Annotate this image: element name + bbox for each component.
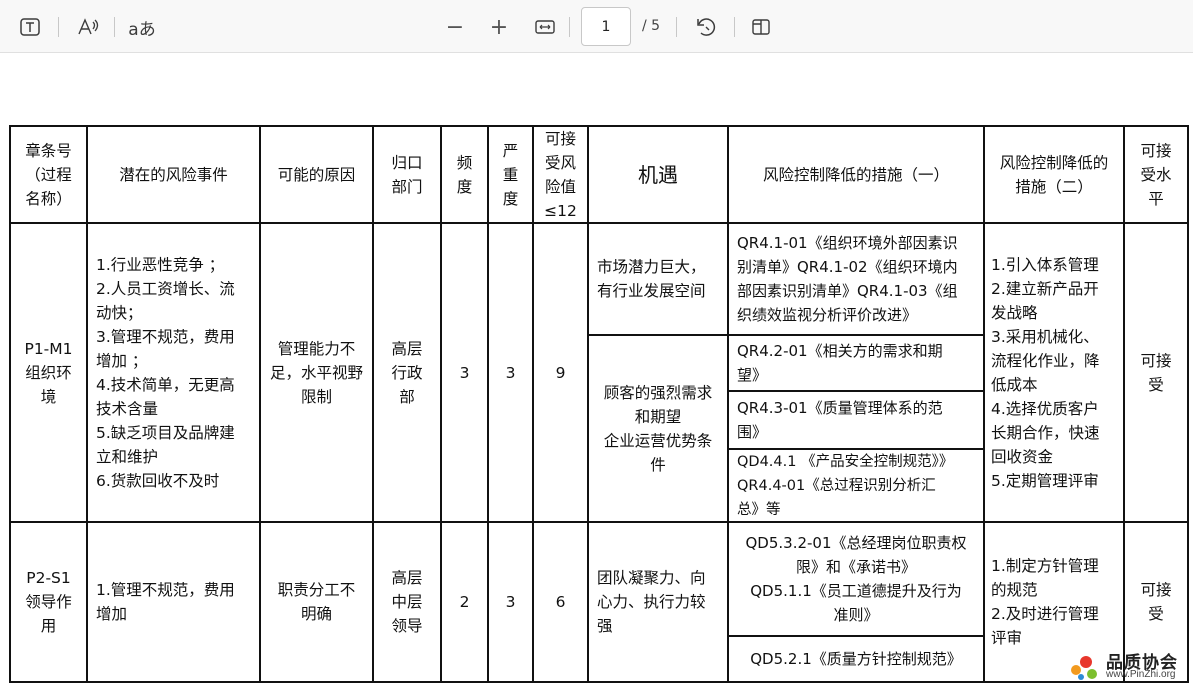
row2-frequency: 2 [459,593,470,611]
risk-table: 章条号 （过程 名称） 潜在的风险事件 可能的原因 归口 部门 频 度 严 重 … [9,125,1189,683]
row1-measures-2: 1.引入体系管理 2.建立新产品开 发战略 3.采用机械化、 流程化作业，降 低… [991,255,1100,490]
watermark-url: www.PinZhi.org [1106,669,1176,680]
row1-frequency: 3 [459,363,470,382]
header-acceptable-level: 可接 受水 平 [1140,141,1172,208]
document-page: 章条号 （过程 名称） 潜在的风险事件 可能的原因 归口 部门 频 度 严 重 … [0,53,1193,687]
row2-risk-event: 1.管理不规范，费用 增加 [96,581,235,623]
table-line [9,681,1189,683]
header-severity: 严 重 度 [502,141,519,208]
page-view-button[interactable] [745,10,777,44]
header-department: 归口 部门 [391,153,423,196]
toolbar-divider [734,17,735,37]
row1-acceptable: 可接 受 [1140,351,1172,394]
row1-measure-d: QD4.4.1 《产品安全控制规范》》 QR4.4-01《总过程识别分析汇 总》… [737,453,954,518]
pinzhi-logo-icon [1071,656,1097,680]
row1-cause: 管理能力不 足，水平视野 限制 [269,339,363,406]
row1-severity: 3 [505,363,516,382]
header-risk-event: 潜在的风险事件 [119,165,228,184]
page-number-input[interactable]: 1 [581,7,631,46]
header-frequency: 频 度 [456,153,473,196]
text-options-button[interactable]: aあ [126,10,158,44]
row2-cause: 职责分工不 明确 [277,581,356,623]
header-acceptable-value: 可接 受风 险值 ≤12 [544,129,577,220]
row2-severity: 3 [505,593,516,611]
zoom-in-button[interactable]: + [484,10,514,44]
fit-width-icon [535,20,555,34]
toolbar-divider [58,17,59,37]
row2-measure-b: QD5.2.1《质量方针控制规范》 [750,650,962,668]
rotate-icon [697,18,716,36]
text-box-icon [20,18,40,36]
row1-measure-c: QR4.3-01《质量管理体系的范 围》 [737,399,943,441]
read-aloud-button[interactable] [72,10,104,44]
row1-department: 高层 行政 部 [391,339,423,406]
rotate-button[interactable] [690,10,722,44]
pdf-toolbar: aあ − + 1 / 5 [0,0,1193,53]
header-measures-1: 风险控制降低的措施（一） [762,165,949,184]
row1-opportunity-a: 市场潜力巨大， 有行业发展空间 [597,258,706,300]
row1-risk-value: 9 [555,363,566,382]
row2-opportunity: 团队凝聚力、向 心力、执行力较 强 [597,569,706,635]
read-aloud-icon [78,18,99,35]
row1-measure-a: QR4.1-01《组织环境外部因素识 别清单》QR4.1-02《组织环境内 部因… [737,234,958,324]
row2-department: 高层 中层 领导 [391,569,423,635]
pinzhi-watermark: 品质协会 www.PinZhi.org [1068,650,1192,684]
text-tool-button[interactable] [14,10,46,44]
header-opportunity: 机遇 [638,162,678,187]
row1-risk-event: 1.行业恶性竞争 ； 2.人员工资增长、流 动快； 3.管理不规范，费用 增加 … [96,255,235,490]
row2-chapter: P2-S1 领导作 用 [25,569,72,635]
page-total: / 5 [642,18,661,34]
page-view-icon [752,19,770,35]
toolbar-divider [569,17,570,37]
header-measures-2: 风险控制降低的 措施（二） [999,153,1109,196]
row1-measure-b: QR4.2-01《相关方的需求和期 望》 [737,342,943,384]
toolbar-divider [676,17,677,37]
table-line [1187,125,1189,683]
header-chapter: 章条号 （过程 名称） [25,141,72,208]
header-cause: 可能的原因 [277,165,356,184]
fit-width-button[interactable] [530,10,560,44]
toolbar-divider [114,17,115,37]
row1-chapter: P1-M1 组织环 境 [24,339,73,406]
zoom-out-button[interactable]: − [440,10,470,44]
row1-opportunity-b: 顾客的强烈需求 和期望 企业运营优势条 件 [603,383,713,474]
row2-risk-value: 6 [555,593,566,611]
row2-measure-a: QD5.3.2-01《总经理岗位职责权 限》和《承诺书》 QD5.1.1《员工道… [745,534,967,624]
